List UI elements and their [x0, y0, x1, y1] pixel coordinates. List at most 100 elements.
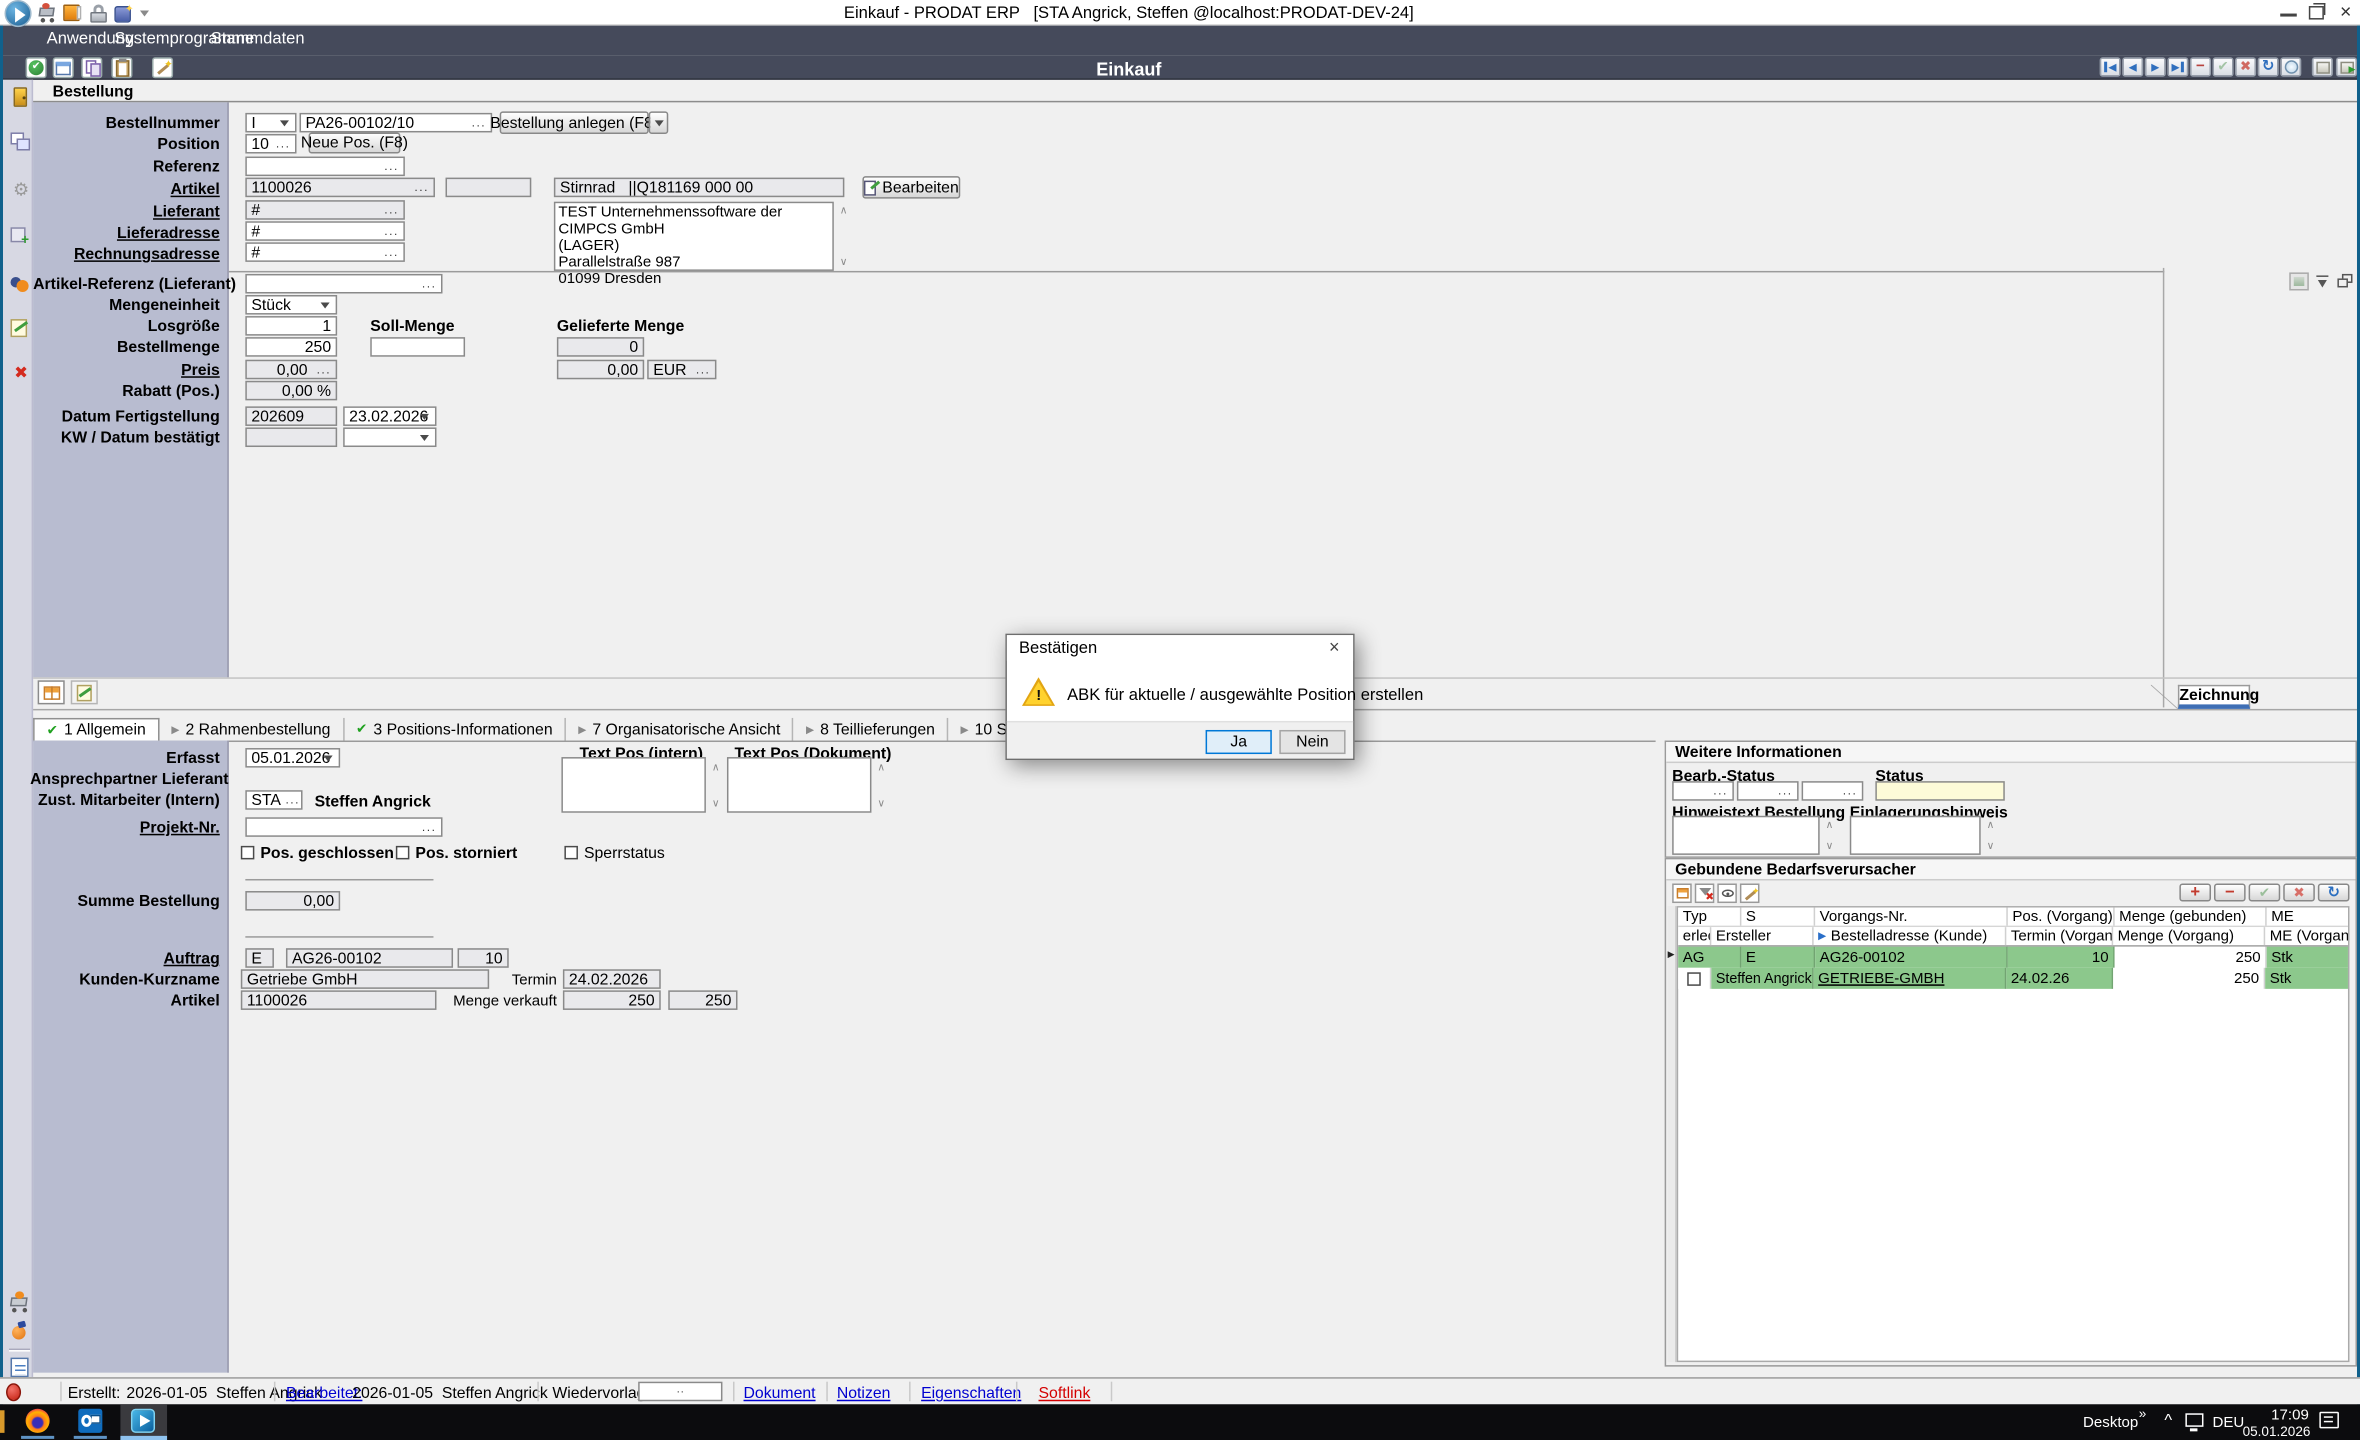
- losgroesse-input[interactable]: 1: [245, 316, 337, 336]
- restore-panel-icon[interactable]: [2336, 272, 2356, 290]
- bearb-status-input-3[interactable]: ...: [1802, 781, 1864, 801]
- col-header[interactable]: Ersteller: [1711, 927, 1813, 945]
- field-label-link[interactable]: Artikel: [36, 181, 220, 199]
- tab-positions-informationen[interactable]: ✔3 Positions-Informationen: [344, 718, 566, 741]
- scroll-down-icon[interactable]: ∨: [1823, 841, 1837, 852]
- scroll-up-icon[interactable]: ∧: [709, 763, 723, 774]
- close-button[interactable]: ×: [2334, 0, 2357, 23]
- wizard-icon[interactable]: ✦: [152, 57, 173, 78]
- grid-icon[interactable]: [1672, 883, 1692, 903]
- col-header[interactable]: Menge (Vorgang): [2113, 927, 2265, 945]
- text-pos-dokument-textarea[interactable]: [727, 757, 871, 813]
- add-box-icon[interactable]: +: [11, 226, 32, 247]
- scroll-up-icon[interactable]: ∧: [1823, 820, 1837, 831]
- col-header[interactable]: Vorgangs-Nr.: [1815, 908, 2008, 926]
- save-ok-icon[interactable]: ✔: [26, 57, 47, 78]
- scroll-down-icon[interactable]: ∨: [709, 799, 723, 810]
- erledigt-checkbox[interactable]: [1687, 972, 1701, 986]
- confirm-button[interactable]: ✔: [2213, 57, 2234, 77]
- nav-first-button[interactable]: ◀: [2100, 57, 2121, 77]
- remove-record-button[interactable]: −: [2190, 57, 2211, 77]
- image-preview-icon[interactable]: [2289, 272, 2309, 290]
- tab-rahmenbestellung[interactable]: ▶2 Rahmenbestellung: [159, 718, 344, 741]
- nav-last-button[interactable]: ▶: [2167, 57, 2188, 77]
- scroll-up-icon[interactable]: ∧: [837, 206, 851, 217]
- delete-icon[interactable]: ✖: [11, 363, 32, 384]
- field-label-link[interactable]: Lieferant: [36, 203, 220, 221]
- mengeneinheit-select[interactable]: Stück: [245, 295, 337, 315]
- field-label-link[interactable]: Projekt-Nr.: [36, 819, 220, 837]
- lieferadresse-input[interactable]: #...: [245, 221, 405, 241]
- notizen-link[interactable]: Notizen: [837, 1385, 891, 1403]
- new-position-button[interactable]: Neue Pos. (F8): [309, 132, 401, 153]
- field-label-link[interactable]: Rechnungsadresse: [36, 245, 220, 263]
- minimize-button[interactable]: [2280, 14, 2297, 17]
- refresh-button[interactable]: ↻: [2258, 57, 2279, 77]
- cube-export-button[interactable]: ▶: [2336, 57, 2357, 77]
- cancel-button[interactable]: ✖: [2235, 57, 2256, 77]
- dokument-link[interactable]: Dokument: [744, 1385, 816, 1403]
- menu-stammdaten[interactable]: Stammdaten: [211, 30, 305, 48]
- scroll-down-icon[interactable]: ∨: [1984, 841, 1998, 852]
- projekt-nr-input[interactable]: ...: [245, 817, 442, 837]
- cart-order-icon[interactable]: [9, 1290, 32, 1313]
- scroll-down-icon[interactable]: ∨: [874, 799, 888, 810]
- grid-view-button[interactable]: [38, 680, 65, 704]
- soll-menge-input[interactable]: [370, 337, 465, 357]
- col-header[interactable]: S: [1741, 908, 1815, 926]
- clock-tray[interactable]: 17:09 05.01.2026: [2243, 1407, 2309, 1439]
- edit-note-icon[interactable]: [11, 318, 32, 339]
- col-header[interactable]: Menge (gebunden): [2115, 908, 2267, 926]
- scroll-down-icon[interactable]: ∨: [837, 257, 851, 268]
- fruit-icon[interactable]: [9, 1320, 32, 1343]
- col-header[interactable]: Pos. (Vorgang): [2008, 908, 2115, 926]
- col-header[interactable]: Typ: [1678, 908, 1741, 926]
- datum-bestaetigt-select[interactable]: [343, 427, 436, 447]
- position-input[interactable]: 10...: [245, 134, 296, 154]
- cancel-row-button[interactable]: ✖: [2283, 883, 2315, 901]
- fertigstellung-datum-select[interactable]: 23.02.2026: [343, 406, 436, 426]
- gear-icon[interactable]: ⚙: [11, 179, 32, 200]
- col-header[interactable]: erledig: [1678, 927, 1711, 945]
- text-pos-intern-textarea[interactable]: [561, 757, 705, 813]
- table-row[interactable]: AG E AG26-00102 10 250 Stk: [1678, 947, 2348, 968]
- eye-icon[interactable]: [1717, 883, 1737, 903]
- database-icon[interactable]: ✦: [114, 3, 134, 23]
- notes-view-button[interactable]: [71, 680, 98, 704]
- softlink-link[interactable]: Softlink: [1039, 1385, 1091, 1403]
- outlook-icon[interactable]: [78, 1409, 102, 1433]
- cube-button[interactable]: [2312, 57, 2333, 77]
- refresh-table-button[interactable]: ↻: [2318, 883, 2350, 901]
- erfasst-date-select[interactable]: 05.01.2026: [245, 748, 340, 768]
- nav-next-button[interactable]: ▶: [2145, 57, 2166, 77]
- new-window-icon[interactable]: [53, 57, 74, 78]
- language-indicator[interactable]: DEU: [2213, 1415, 2245, 1432]
- paste-icon[interactable]: [111, 57, 132, 78]
- add-row-button[interactable]: +: [2179, 883, 2211, 901]
- bearb-status-input-2[interactable]: ...: [1737, 781, 1799, 801]
- tab-teillieferungen[interactable]: ▶8 Teillieferungen: [794, 718, 949, 741]
- mitarbeiter-code-input[interactable]: STA...: [245, 790, 302, 810]
- status-input[interactable]: [1875, 781, 2004, 801]
- artikel-input[interactable]: 1100026...: [245, 178, 435, 198]
- field-label-link[interactable]: Preis: [36, 361, 220, 379]
- app-logo-icon[interactable]: [5, 0, 32, 27]
- lieferadresse-textarea[interactable]: TEST Unternehmenssoftware der CIMPCS Gmb…: [554, 202, 834, 271]
- bestellnummer-input[interactable]: PA26-00102/10...: [300, 113, 493, 133]
- referenz-input[interactable]: ...: [245, 157, 405, 177]
- col-header[interactable]: ME: [2267, 908, 2348, 926]
- col-header[interactable]: ME (Vorgang): [2265, 927, 2348, 945]
- field-label-link[interactable]: Auftrag: [36, 950, 220, 968]
- edit-article-button[interactable]: Bearbeiten: [862, 176, 960, 199]
- wiedervorlage-input[interactable]: ··: [638, 1382, 722, 1402]
- tab-organisatorische-ansicht[interactable]: ▶7 Organisatorische Ansicht: [566, 718, 794, 741]
- cherries-icon[interactable]: [11, 272, 32, 293]
- scroll-up-icon[interactable]: ∧: [1984, 820, 1998, 831]
- active-app-tile[interactable]: [120, 1404, 167, 1440]
- col-header[interactable]: ▶Bestelladresse (Kunde): [1814, 927, 2007, 945]
- collapse-panel-icon[interactable]: [2313, 272, 2333, 290]
- pos-storniert-checkbox[interactable]: [396, 846, 410, 860]
- col-header[interactable]: Termin (Vorgang): [2006, 927, 2113, 945]
- toolbar-options-caret-icon[interactable]: [140, 11, 149, 22]
- partial-app-icon[interactable]: [0, 1410, 5, 1433]
